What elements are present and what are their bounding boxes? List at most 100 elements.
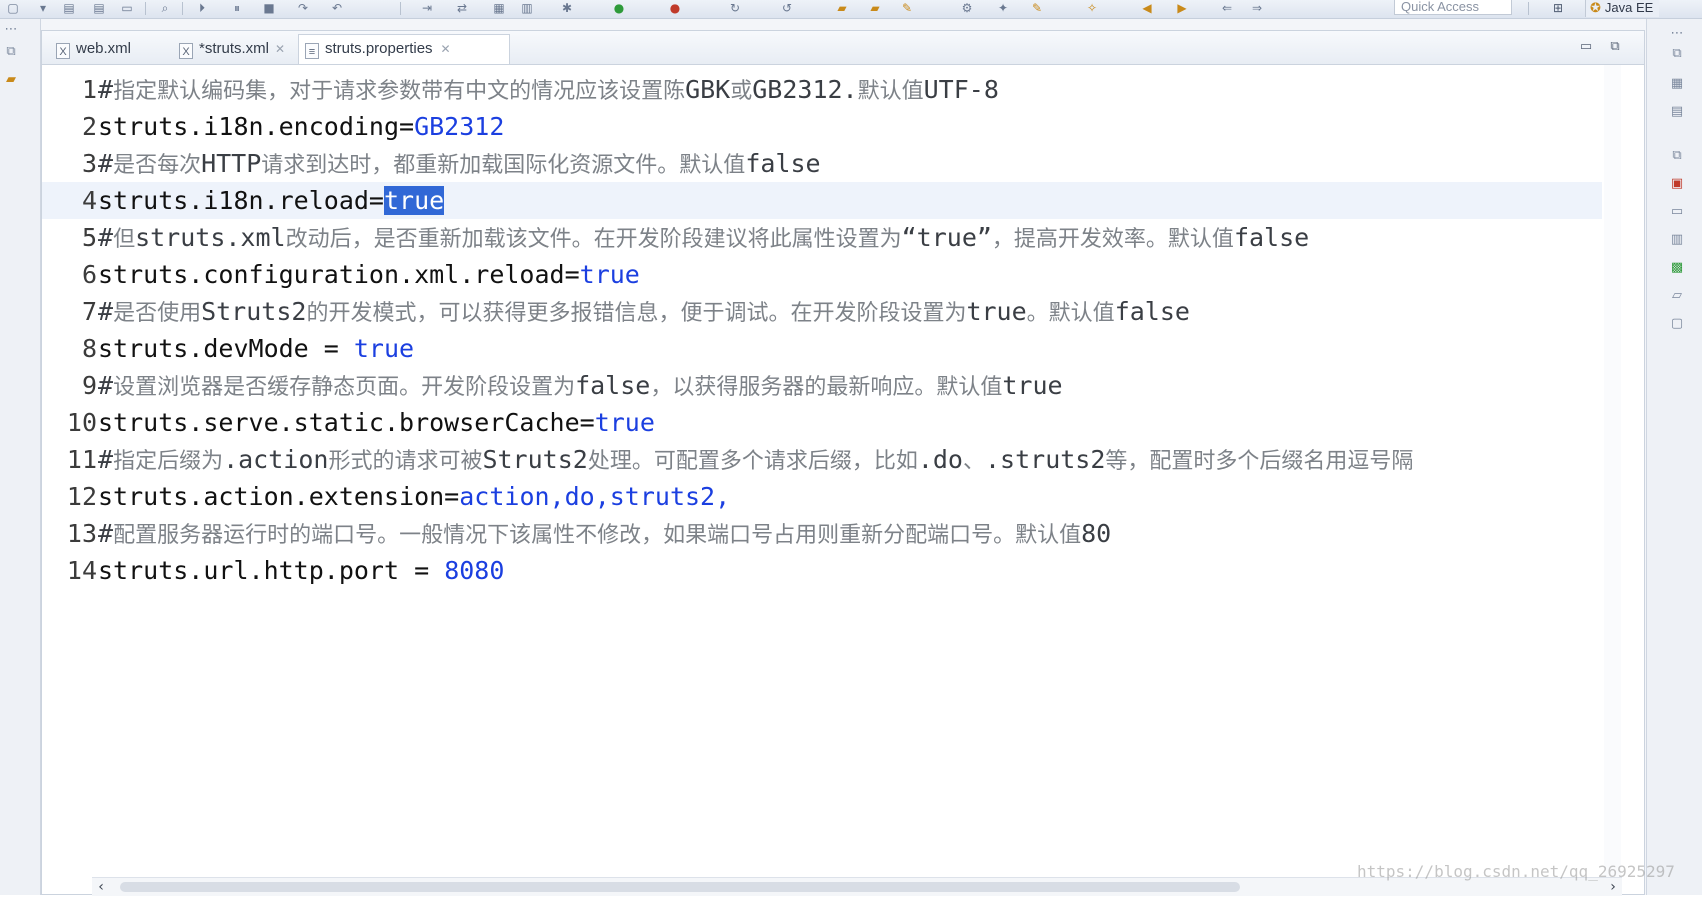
comment-segment: 或	[730, 79, 753, 104]
outline-view-icon[interactable]: ▦	[1668, 75, 1686, 93]
code-line[interactable]: 12 struts.action.extension=action,do,stru…	[42, 478, 1602, 515]
pin-icon[interactable]: ✎	[1030, 1, 1044, 15]
project-explorer-icon[interactable]: ▰	[2, 71, 20, 89]
use-step-filters-icon[interactable]: ⇄	[455, 1, 469, 15]
restore-icon[interactable]: ⧉	[1668, 45, 1686, 63]
comment-segment: 设置浏览器是否缓存静态页面。开发阶段设置为	[113, 375, 576, 400]
tools-icon[interactable]: ⚙	[960, 1, 974, 15]
comment-segment: #	[98, 445, 114, 474]
close-icon[interactable]: ✕	[441, 35, 451, 63]
open-folder-icon[interactable]: ▰	[835, 1, 849, 15]
code-line[interactable]: 10 struts.serve.static.browserCache=true	[42, 404, 1602, 441]
line-number: 11	[66, 445, 97, 474]
comment-segment: .do	[917, 445, 963, 474]
comment-text: #指定默认编码集，对于请求参数带有中文的情况应该设置陈GBK或GB2312.默认…	[98, 71, 999, 110]
suspend-icon[interactable]: ⏸	[230, 1, 244, 15]
tab-web-xml[interactable]: Xweb.xml	[50, 35, 178, 63]
save-all-icon[interactable]: ▤	[92, 1, 106, 15]
console-icon[interactable]: ▢	[1668, 315, 1686, 333]
comment-segment: 指定后缀为	[113, 449, 224, 474]
annotation-icon[interactable]: ✦	[996, 1, 1010, 15]
quick-access-input[interactable]: Quick Access	[1394, 0, 1512, 15]
more-icon[interactable]: ⋯	[1668, 25, 1686, 43]
watermark: https://blog.csdn.net/qq_26925297	[1357, 862, 1675, 881]
perspective-java-ee[interactable]: ✪ Java EE	[1585, 0, 1660, 17]
new-icon[interactable]: ▢	[6, 1, 20, 15]
skip-breakpoints-icon[interactable]: ⏵	[195, 1, 209, 15]
prev-annotation-icon[interactable]: ◀	[1140, 1, 1154, 15]
comment-segment: 默认值	[857, 79, 924, 104]
comment-segment: .struts2	[985, 445, 1106, 474]
code-line[interactable]: 14 struts.url.http.port = 8080	[42, 552, 1602, 589]
markers-icon[interactable]: ▣	[1668, 175, 1686, 193]
data-source-icon[interactable]: ▩	[1668, 259, 1686, 277]
tab-struts-xml[interactable]: X *struts.xml ✕	[173, 35, 299, 63]
servers-icon[interactable]: ▥	[1668, 231, 1686, 249]
property-key: struts.action.extension=	[98, 482, 460, 511]
step-over-icon[interactable]: ↷	[296, 1, 310, 15]
code-line[interactable]: 13 #配置服务器运行时的端口号。一般情况下该属性不修改，如果端口号占用则重新分配…	[42, 515, 1602, 552]
code-line[interactable]: 4 struts.i18n.reload=true	[42, 182, 1602, 219]
scrollbar-thumb[interactable]	[120, 882, 1240, 892]
run-external-tools-icon[interactable]: ●	[668, 1, 682, 15]
refresh-icon[interactable]: ↺	[780, 1, 794, 15]
line-number: 1	[81, 75, 97, 104]
terminate-icon[interactable]: ■	[262, 1, 276, 15]
property-key: struts.devMode =	[98, 334, 354, 363]
code-line[interactable]: 9 #设置浏览器是否缓存静态页面。开发阶段设置为false，以获得服务器的最新响应…	[42, 367, 1602, 404]
task-icon[interactable]: ▥	[520, 1, 534, 15]
line-number: 2	[81, 112, 97, 141]
new-java-project-icon[interactable]: ↻	[728, 1, 742, 15]
minimize-icon[interactable]: ▭	[1578, 39, 1594, 55]
maximize-icon[interactable]: ⧉	[1607, 39, 1623, 55]
properties-view-icon[interactable]: ▭	[1668, 203, 1686, 221]
forward-icon[interactable]: ⇒	[1250, 1, 1264, 15]
scroll-left-icon[interactable]: ‹	[92, 878, 110, 896]
snippets-icon[interactable]: ▱	[1668, 287, 1686, 305]
main-toolbar: ▢ ▾ ▤ ▤ ▭ ⌕ ⏵ ⏸ ■ ↷ ↶ ⇥ ⇄ ▦ ▥ ✱ ● ● ↻ ↺ …	[0, 0, 1702, 19]
comment-segment: 形式的请求可被	[328, 449, 483, 474]
close-icon[interactable]: ✕	[275, 35, 285, 63]
code-line[interactable]: 5 #但struts.xml改动后，是否重新加载该文件。在开发阶段建议将此属性设置…	[42, 219, 1602, 256]
next-annotation-icon[interactable]: ▶	[1175, 1, 1189, 15]
step-return-icon[interactable]: ↶	[330, 1, 344, 15]
dropdown-arrow-icon[interactable]: ▾	[36, 1, 50, 15]
comment-segment: ，提高开发效率。默认值	[991, 227, 1234, 252]
editor-tab-bar: Xweb.xml X *struts.xml ✕ ≡ struts.propertie…	[42, 31, 1644, 65]
restore-icon[interactable]: ⧉	[2, 43, 20, 61]
print-icon[interactable]: ▭	[120, 1, 134, 15]
search-task-icon[interactable]: ✧	[1085, 1, 1099, 15]
run-icon[interactable]: ●	[612, 1, 626, 15]
comment-segment: Struts2	[201, 297, 307, 326]
code-line[interactable]: 2 struts.i18n.encoding=GB2312	[42, 108, 1602, 145]
drop-to-frame-icon[interactable]: ⇥	[420, 1, 434, 15]
comment-segment: ，以获得服务器的最新响应。默认值	[650, 375, 1003, 400]
code-line[interactable]: 11 #指定后缀为.action形式的请求可被Struts2处理。可配置多个请求后…	[42, 441, 1602, 478]
code-line[interactable]: 1 #指定默认编码集，对于请求参数带有中文的情况应该设置陈GBK或GB2312.默…	[42, 71, 1602, 108]
search-icon[interactable]: ⌕	[158, 1, 172, 15]
code-line[interactable]: 3 #是否每次HTTP请求到达时，都重新加载国际化资源文件。默认值false	[42, 145, 1602, 182]
comment-segment: 是否使用	[113, 301, 202, 326]
task-list-icon[interactable]: ▤	[1668, 103, 1686, 121]
vertical-scrollbar[interactable]	[1604, 65, 1621, 877]
tab-struts-properties[interactable]: ≡ struts.properties ✕	[298, 34, 510, 64]
code-line[interactable]: 8 struts.devMode = true	[42, 330, 1602, 367]
code-line[interactable]: 6 struts.configuration.xml.reload=true	[42, 256, 1602, 293]
code-area[interactable]: 1 #指定默认编码集，对于请求参数带有中文的情况应该设置陈GBK或GB2312.默…	[42, 65, 1602, 901]
debug-icon[interactable]: ✱	[560, 1, 574, 15]
xml-file-icon: X	[179, 43, 193, 59]
more-icon[interactable]: ⋯	[2, 21, 20, 39]
properties-file-icon: ≡	[305, 43, 319, 59]
comment-segment: 的开发模式，可以获得更多报错信息，便于调试。在开发阶段设置为	[306, 301, 967, 326]
open-resource-icon[interactable]: ✎	[900, 1, 914, 15]
restore-icon[interactable]: ⧉	[1668, 147, 1686, 165]
code-line[interactable]: 7 #是否使用Struts2的开发模式，可以获得更多报错信息，便于调试。在开发阶段…	[42, 293, 1602, 330]
comment-segment: .action	[223, 445, 329, 474]
open-type-icon[interactable]: ▰	[868, 1, 882, 15]
comment-segment: #	[98, 519, 114, 548]
back-icon[interactable]: ⇐	[1220, 1, 1234, 15]
open-perspective-icon[interactable]: ⊞	[1550, 0, 1566, 16]
line-number: 13	[66, 519, 97, 548]
outline-icon[interactable]: ▦	[492, 1, 506, 15]
save-icon[interactable]: ▤	[62, 1, 76, 15]
